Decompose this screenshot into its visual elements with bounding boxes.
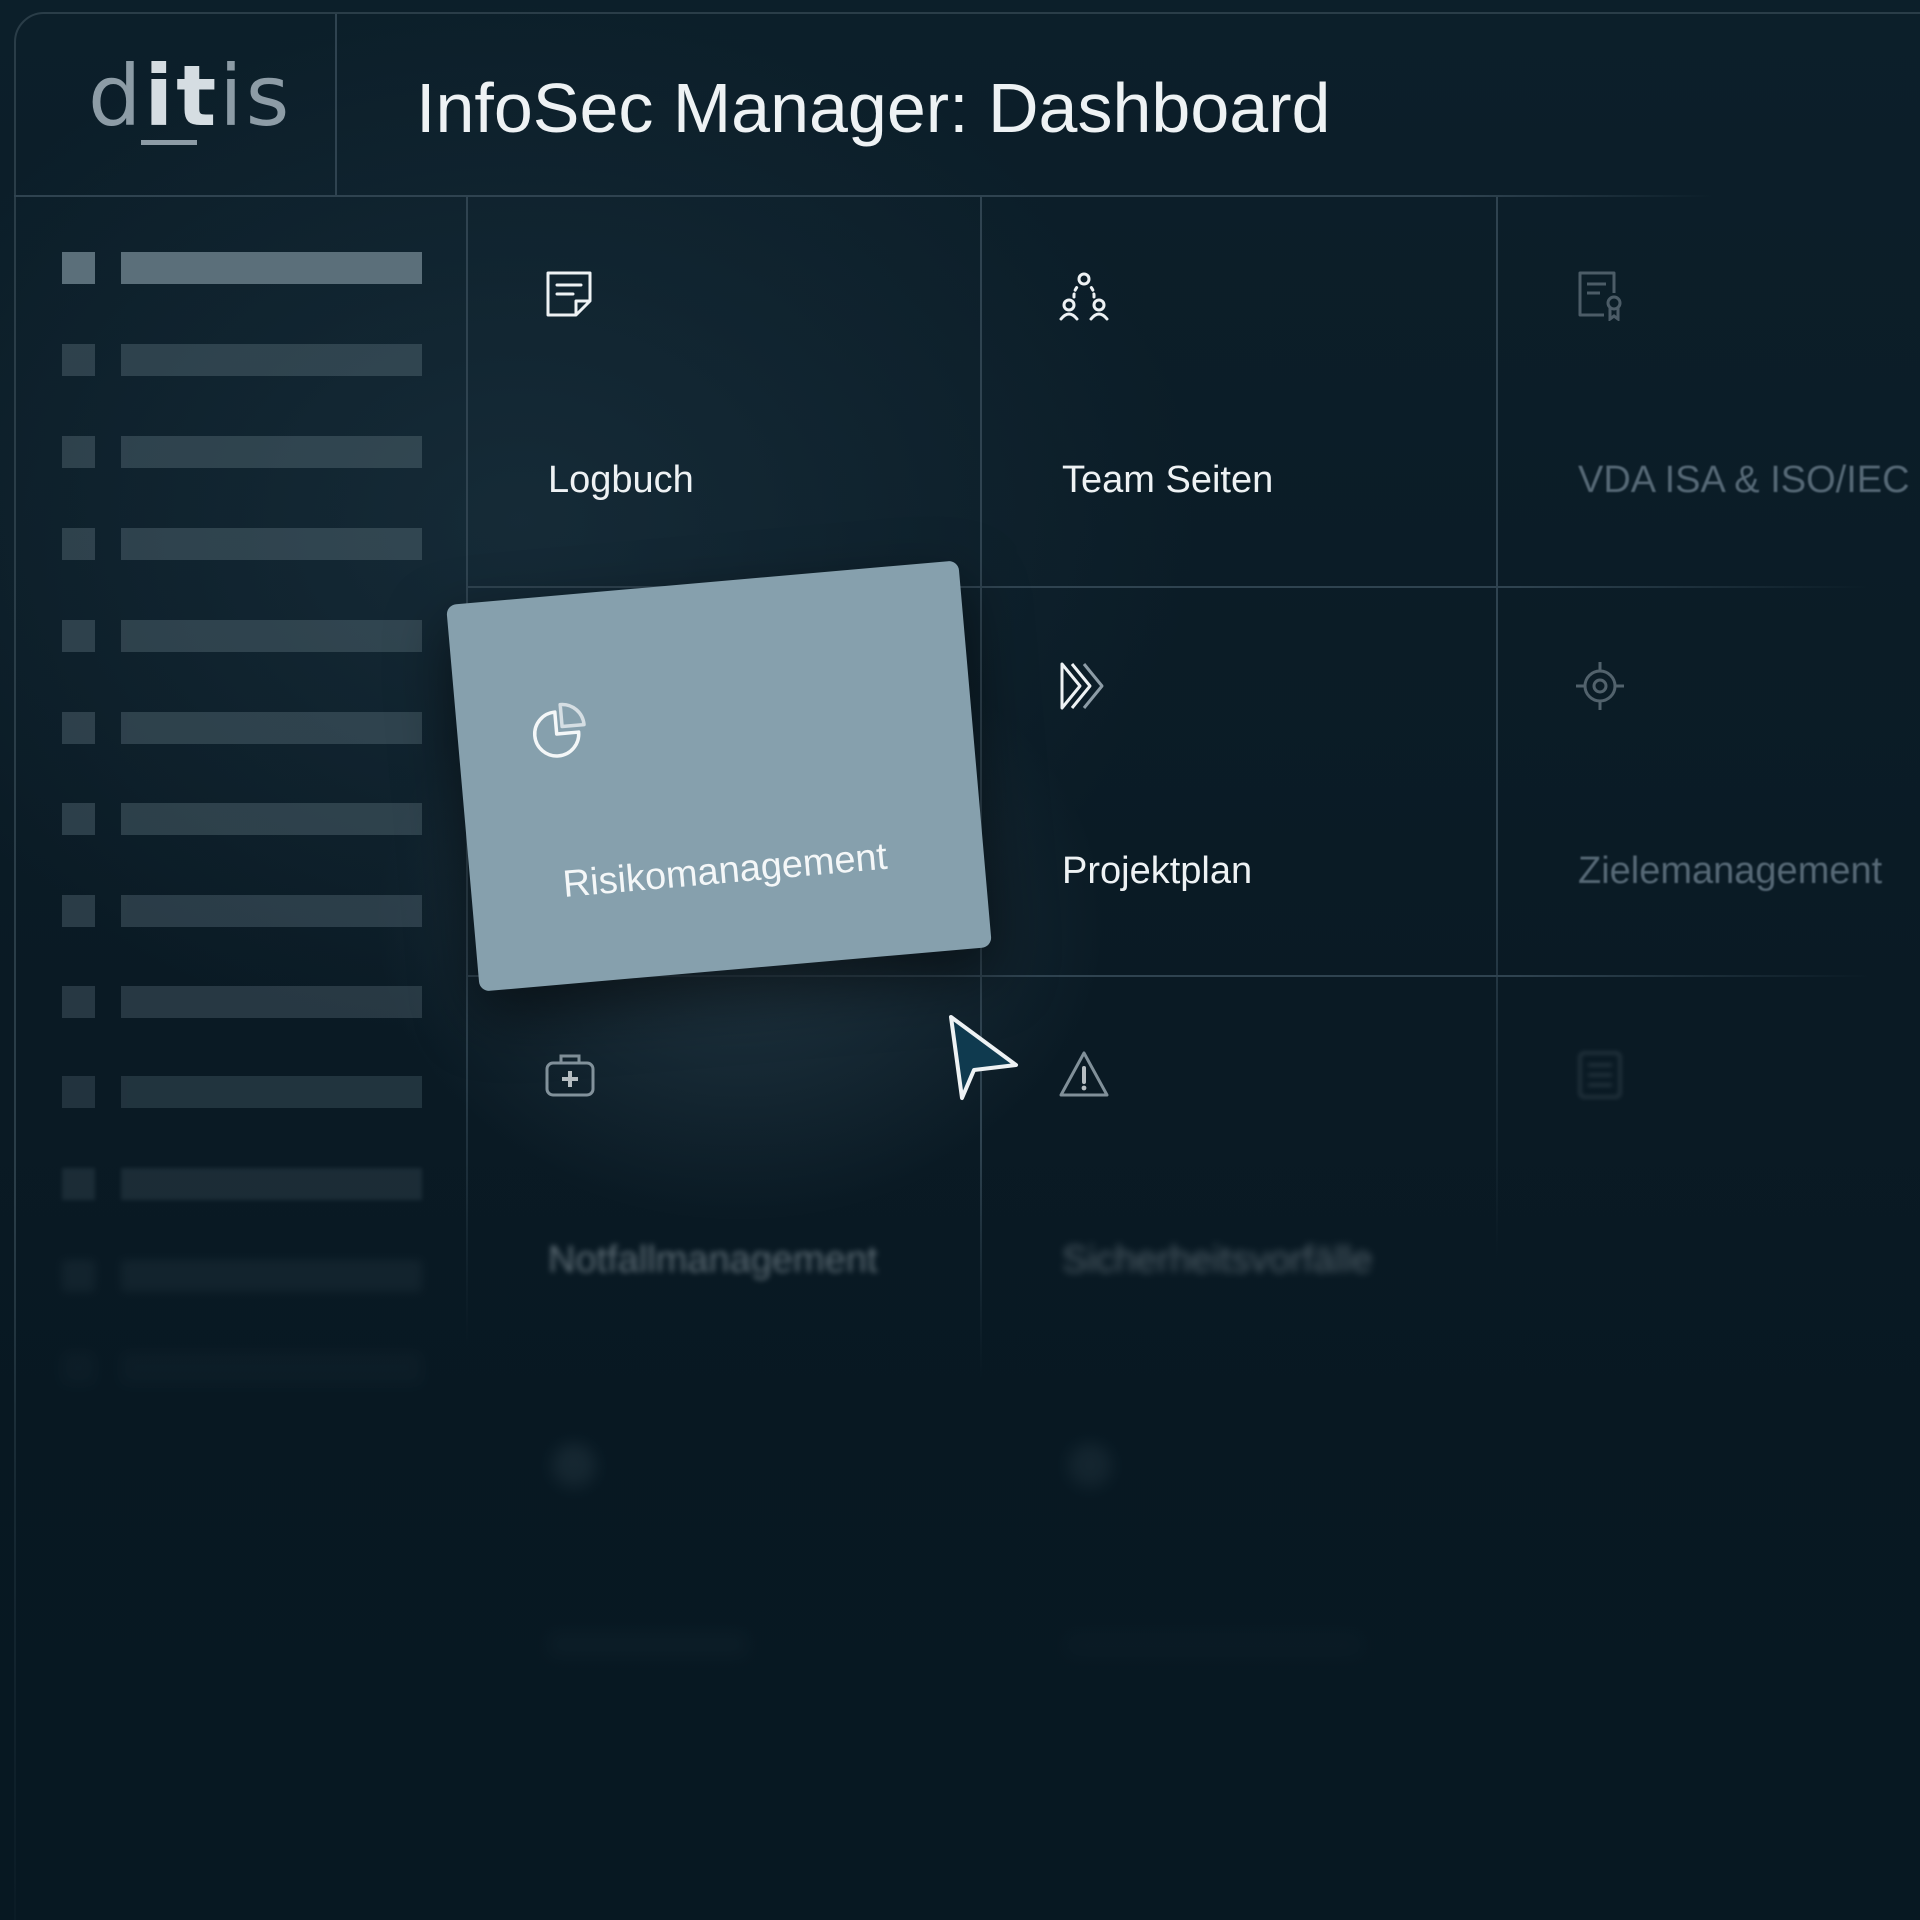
sidebar-item-icon (62, 1260, 95, 1292)
tile-label: Risikomanagement (561, 835, 889, 906)
sidebar-item-icon (62, 1076, 95, 1108)
tile-placeholder (552, 1444, 596, 1488)
sidebar-item-icon (62, 712, 95, 744)
sidebar-item-label-placeholder (121, 1168, 422, 1200)
tile-label: Logbuch (548, 459, 694, 501)
tile-placeholder (1068, 1444, 1112, 1488)
tile-sicherheitsvorfaelle[interactable]: Sicherheitsvorfälle (982, 977, 1496, 1365)
page-title: InfoSec Manager: Dashboard (416, 69, 1331, 147)
sidebar-item-12[interactable] (62, 1260, 422, 1292)
tile-placeholder (548, 1632, 748, 1658)
fast-forward-icon (1060, 662, 1104, 710)
tile-risikomanagement-dragging[interactable]: Risikomanagement (446, 560, 992, 992)
sidebar-item-5[interactable] (62, 620, 422, 652)
pie-chart-icon (533, 702, 586, 758)
sidebar-item-8[interactable] (62, 895, 422, 927)
sidebar-item-icon (62, 986, 95, 1018)
sidebar-item-icon (62, 1168, 95, 1200)
sidebar-item-label-placeholder (121, 1076, 422, 1108)
sidebar-item-icon (62, 344, 95, 376)
sidebar-item-2[interactable] (62, 344, 422, 376)
sidebar-item-label-placeholder (121, 252, 422, 284)
mouse-pointer-icon (949, 1015, 1018, 1100)
tile-projektplan[interactable]: Projektplan (982, 588, 1496, 976)
sidebar-item-label-placeholder (121, 344, 422, 376)
sidebar-item-label-placeholder (121, 528, 422, 560)
sidebar-item-3[interactable] (62, 436, 422, 468)
tile-label: Notfallmanagement (548, 1239, 878, 1281)
sidebar-item-label-placeholder (121, 986, 422, 1018)
sidebar-item-label-placeholder (121, 712, 422, 744)
sidebar-item-6[interactable] (62, 712, 422, 744)
tile-notfallmanagement[interactable]: Notfallmanagement (468, 977, 982, 1365)
sidebar-item-11[interactable] (62, 1168, 422, 1200)
sidebar-item-icon (62, 252, 95, 284)
sidebar-item-9[interactable] (62, 986, 422, 1018)
tile-zielemanagement[interactable]: Zielemanagement (1498, 588, 1920, 976)
sidebar-item-1[interactable] (62, 252, 422, 284)
sidebar-item-label-placeholder (121, 895, 422, 927)
sidebar-item-label-placeholder (121, 620, 422, 652)
sidebar-item-label-placeholder (121, 1260, 422, 1292)
sidebar-item-icon (62, 528, 95, 560)
tile-placeholder (1064, 1632, 1364, 1658)
tile-label: Team Seiten (1062, 459, 1274, 501)
tile-team-seiten[interactable]: Team Seiten (982, 197, 1496, 585)
sidebar-item-4[interactable] (62, 528, 422, 560)
warning-icon (1059, 1051, 1109, 1097)
tile-label: Projektplan (1062, 850, 1253, 892)
team-icon (1059, 272, 1109, 321)
tile-label: Sicherheitsvorfälle (1062, 1239, 1373, 1281)
note-icon (546, 271, 592, 317)
sidebar-item-icon (62, 1352, 95, 1384)
sidebar-item-label-placeholder (121, 803, 422, 835)
tile-vda-isa[interactable]: VDA ISA & ISO/IEC (1498, 197, 1920, 585)
tile-label: Zielemanagement (1578, 850, 1883, 892)
sidebar-item-icon (62, 895, 95, 927)
checklist-icon (1578, 1051, 1622, 1099)
sidebar-item-7[interactable] (62, 803, 422, 835)
logo-divider (335, 14, 337, 196)
tile-logbuch[interactable]: Logbuch (468, 197, 982, 585)
certificate-icon (1578, 271, 1622, 321)
ditis-logo[interactable]: ditis (88, 54, 292, 138)
sidebar-item-label-placeholder (121, 436, 422, 468)
target-icon (1576, 662, 1624, 710)
first-aid-kit-icon (545, 1054, 595, 1097)
app-screen: ditis InfoSec Manager: Dashboard Logbuch (0, 0, 1920, 1920)
logo-underline (141, 140, 197, 145)
sidebar-item-icon (62, 436, 95, 468)
logo-part-3: is (219, 47, 293, 145)
logo-part-2: it (144, 47, 220, 145)
sidebar-item-13[interactable] (62, 1352, 422, 1384)
sidebar-item-icon (62, 803, 95, 835)
tile-label: VDA ISA & ISO/IEC (1578, 459, 1910, 501)
sidebar-item-10[interactable] (62, 1076, 422, 1108)
sidebar-item-label-placeholder (121, 1352, 422, 1384)
tile-checklist[interactable] (1498, 977, 1920, 1365)
logo-part-1: d (88, 47, 145, 145)
sidebar-item-icon (62, 620, 95, 652)
